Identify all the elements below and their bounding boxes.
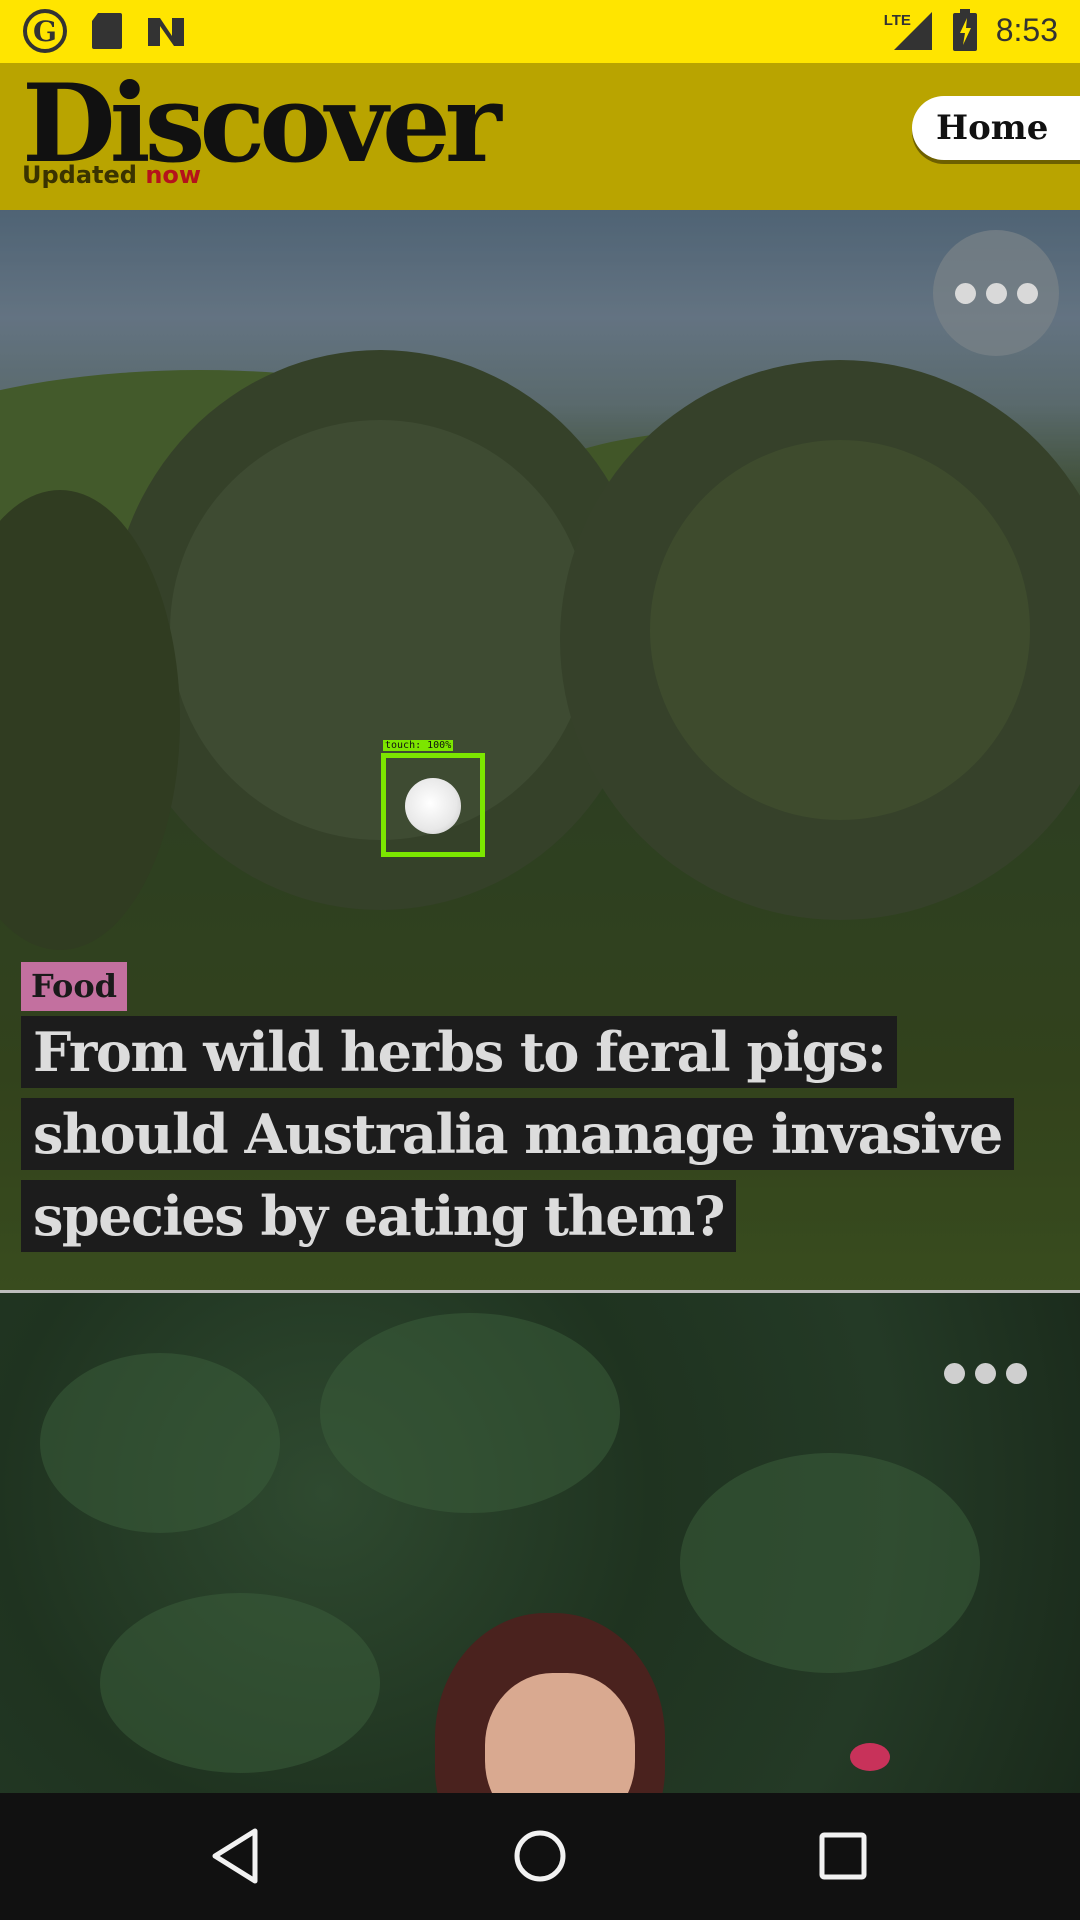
back-icon[interactable]	[203, 1823, 269, 1889]
svg-text:G: G	[33, 15, 57, 48]
updated-time: now	[145, 161, 202, 189]
updated-status: Updated now	[22, 161, 201, 189]
more-options-button[interactable]	[944, 1363, 1027, 1384]
home-button[interactable]: Home	[912, 96, 1080, 160]
app-header: Discover Updated now Home	[0, 63, 1080, 210]
section-kicker: Food	[21, 962, 128, 1011]
signal-icon: LTE	[884, 8, 934, 52]
story-card-second[interactable]	[0, 1293, 1080, 1793]
more-dot-icon	[954, 282, 976, 304]
foliage	[40, 1353, 280, 1533]
foliage	[320, 1313, 620, 1513]
more-dot-icon	[1006, 1363, 1027, 1384]
headline-text: From wild herbs to feral pigs: should Au…	[21, 1016, 1014, 1252]
status-bar: G LTE 8:53	[0, 0, 1080, 63]
recents-icon[interactable]	[810, 1823, 876, 1889]
more-dot-icon	[975, 1363, 996, 1384]
network-type-label: LTE	[883, 12, 911, 29]
touch-point-icon	[405, 778, 461, 834]
battery-icon	[952, 9, 977, 51]
updated-prefix: Updated	[22, 161, 137, 189]
flower	[850, 1743, 890, 1771]
sd-card-icon	[92, 13, 122, 49]
home-icon[interactable]	[507, 1823, 573, 1889]
story-headline[interactable]: From wild herbs to feral pigs: should Au…	[21, 1011, 1041, 1257]
touch-indicator-label: touch: 100%	[383, 740, 454, 751]
foliage	[680, 1453, 980, 1673]
clock: 8:53	[995, 11, 1058, 48]
person-face	[485, 1673, 635, 1793]
n-icon	[148, 18, 184, 46]
more-dot-icon	[985, 282, 1007, 304]
story-card-feral-pigs[interactable]: touch: 100% Food From wild herbs to fera…	[0, 210, 1080, 1290]
more-options-button[interactable]	[933, 230, 1059, 356]
more-dot-icon	[1016, 282, 1038, 304]
guardian-logo-icon: G	[23, 9, 67, 53]
foliage	[100, 1593, 380, 1773]
more-dot-icon	[944, 1363, 965, 1384]
system-nav-bar	[0, 1793, 1080, 1920]
